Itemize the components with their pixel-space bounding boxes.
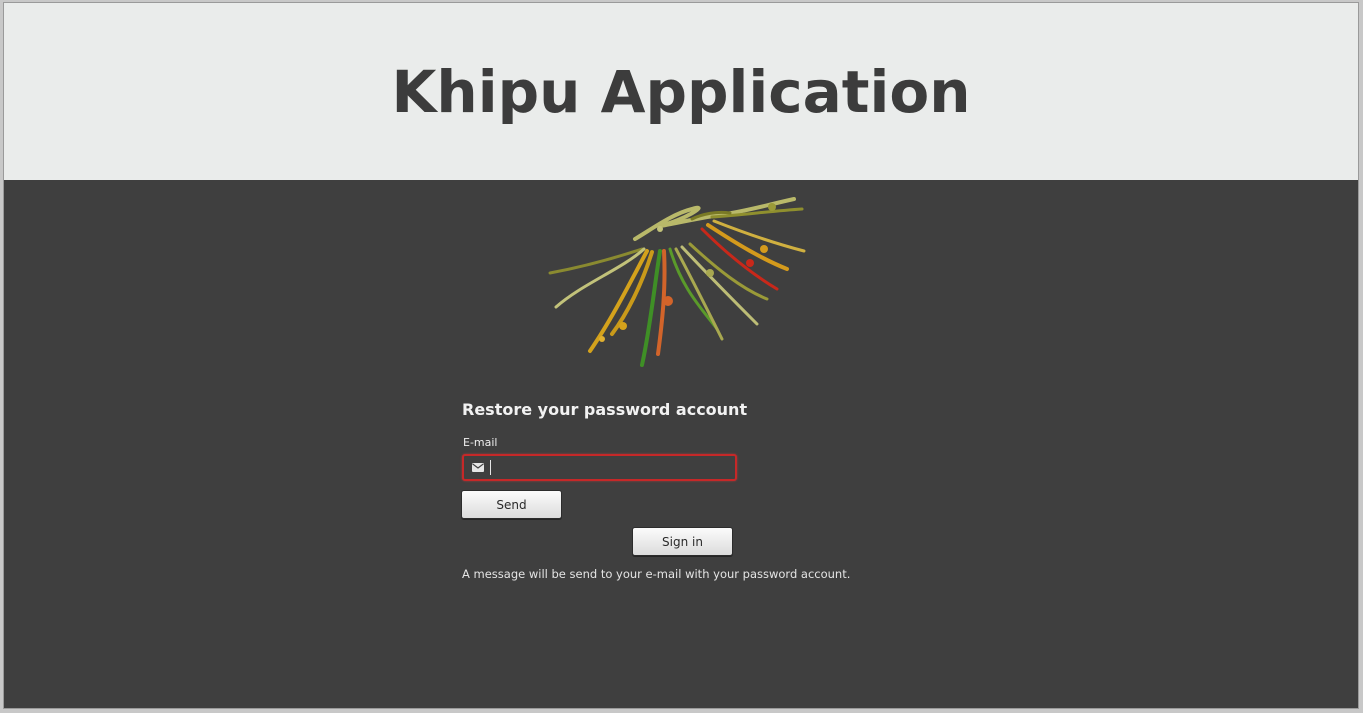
- email-input[interactable]: [491, 456, 735, 479]
- app-header: Khipu Application: [4, 3, 1358, 180]
- email-label: E-mail: [463, 436, 498, 449]
- sign-in-button[interactable]: Sign in: [632, 527, 733, 556]
- khipu-logo: [548, 197, 806, 367]
- envelope-icon: [468, 456, 488, 479]
- email-field-container[interactable]: [462, 454, 737, 481]
- app-window: Khipu Application Restore your password …: [3, 2, 1359, 709]
- form-title: Restore your password account: [462, 400, 748, 419]
- info-message: A message will be send to your e-mail wi…: [462, 567, 851, 581]
- app-title: Khipu Application: [391, 57, 971, 126]
- send-button[interactable]: Send: [461, 490, 562, 519]
